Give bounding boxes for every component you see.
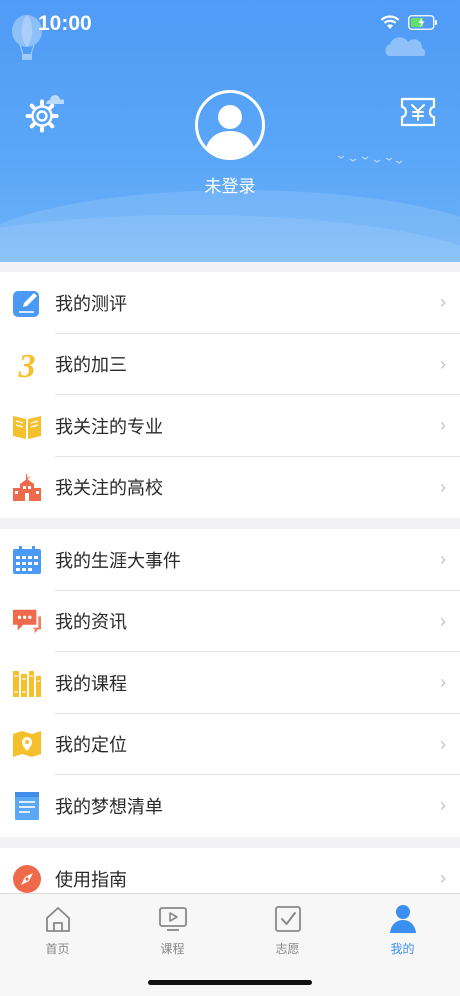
login-status-label[interactable]: 未登录 [0, 172, 460, 197]
menu-item-followed-universities[interactable]: 我关注的高校 › [0, 457, 460, 519]
tab-label: 课程 [160, 942, 185, 956]
menu-item-plus-three[interactable]: 3 我的加三 › [0, 334, 460, 395]
menu-item-label: 我关注的高校 [55, 478, 163, 499]
settings-gear-icon[interactable] [24, 94, 64, 134]
tab-courses[interactable]: 课程 [115, 902, 230, 957]
menu-group-activity: 我的生涯大事件 › 我的资讯 › 我的课程 › 我的定位 › 我的梦想清单 › [0, 529, 460, 837]
battery-icon [408, 14, 437, 30]
menu-item-location[interactable]: 我的定位 › [0, 714, 460, 775]
status-time: 10:00 [38, 12, 92, 35]
chat-icon [12, 606, 42, 636]
menu-item-label: 我的梦想清单 [55, 796, 163, 817]
chevron-right-icon: › [440, 733, 446, 754]
menu-item-followed-majors[interactable]: 我关注的专业 › [0, 395, 460, 457]
menu-item-label: 我的测评 [55, 293, 127, 314]
chevron-right-icon: › [440, 672, 446, 693]
home-icon [0, 902, 115, 936]
wifi-icon [380, 15, 400, 29]
menu-item-label: 我的资讯 [55, 612, 127, 633]
compass-icon [12, 864, 42, 894]
menu-item-dream-list[interactable]: 我的梦想清单 › [0, 775, 460, 837]
school-icon [12, 472, 42, 502]
tab-volunteer[interactable]: 志愿 [230, 902, 345, 957]
tab-label: 首页 [45, 942, 70, 956]
menu-item-label: 我关注的专业 [55, 416, 163, 437]
chevron-right-icon: › [440, 549, 446, 570]
chevron-right-icon: › [440, 292, 446, 313]
list-icon [12, 791, 42, 821]
number-three-icon: 3 [12, 348, 42, 381]
user-silhouette-icon [204, 105, 256, 157]
tab-mine[interactable]: 我的 [345, 902, 460, 957]
calendar-icon [12, 545, 42, 575]
menu-item-evaluation[interactable]: 我的测评 › [0, 272, 460, 334]
svg-text:3: 3 [18, 348, 36, 381]
chevron-right-icon: › [440, 415, 446, 436]
home-indicator [148, 980, 312, 985]
chevron-right-icon: › [440, 795, 446, 816]
menu-item-label: 我的课程 [55, 673, 127, 694]
book-icon [12, 411, 42, 441]
avatar[interactable] [195, 90, 265, 160]
menu-item-courses[interactable]: 我的课程 › [0, 652, 460, 714]
chevron-right-icon: › [440, 610, 446, 631]
menu-item-label: 我的定位 [55, 735, 127, 756]
tab-label: 我的 [390, 942, 415, 956]
menu-item-label: 使用指南 [55, 869, 127, 890]
person-icon [345, 902, 460, 936]
profile-header: 10:00 未登录 [0, 0, 460, 262]
tab-label: 志愿 [275, 942, 300, 956]
menu-item-label: 我的加三 [55, 355, 127, 376]
menu-item-career-events[interactable]: 我的生涯大事件 › [0, 529, 460, 591]
birds-decoration [337, 155, 403, 164]
chevron-right-icon: › [440, 353, 446, 374]
status-indicators [380, 14, 438, 30]
video-icon [115, 902, 230, 936]
chevron-right-icon: › [440, 476, 446, 497]
tab-home[interactable]: 首页 [0, 902, 115, 957]
menu-item-label: 我的生涯大事件 [55, 550, 181, 571]
menu-group-profile: 我的测评 › 3 我的加三 › 我关注的专业 › 我关注的高校 › [0, 272, 460, 518]
cloud-icon [385, 37, 426, 56]
edit-icon [12, 288, 42, 318]
map-pin-icon [12, 729, 42, 759]
ticket-scan-icon[interactable] [400, 96, 436, 128]
books-icon [12, 668, 42, 698]
checkbox-icon [230, 902, 345, 936]
menu-item-news[interactable]: 我的资讯 › [0, 591, 460, 652]
chevron-right-icon: › [440, 868, 446, 889]
